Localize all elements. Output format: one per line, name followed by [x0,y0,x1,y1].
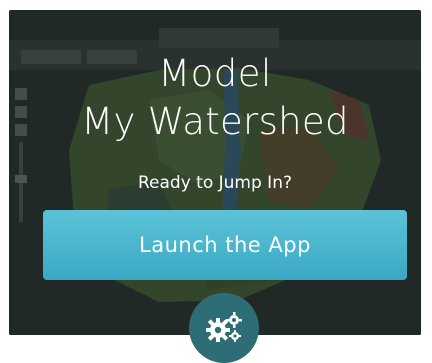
tagline: Ready to Jump In? [137,173,292,193]
gears-badge [189,293,259,363]
launch-app-button[interactable]: Launch the App [43,210,407,280]
page-title-line1: Model [158,52,272,95]
hero-card: Model My Watershed Ready to Jump In? Lau… [9,10,421,335]
page-title-line2: My Watershed [81,100,349,143]
gears-icon [206,312,242,342]
